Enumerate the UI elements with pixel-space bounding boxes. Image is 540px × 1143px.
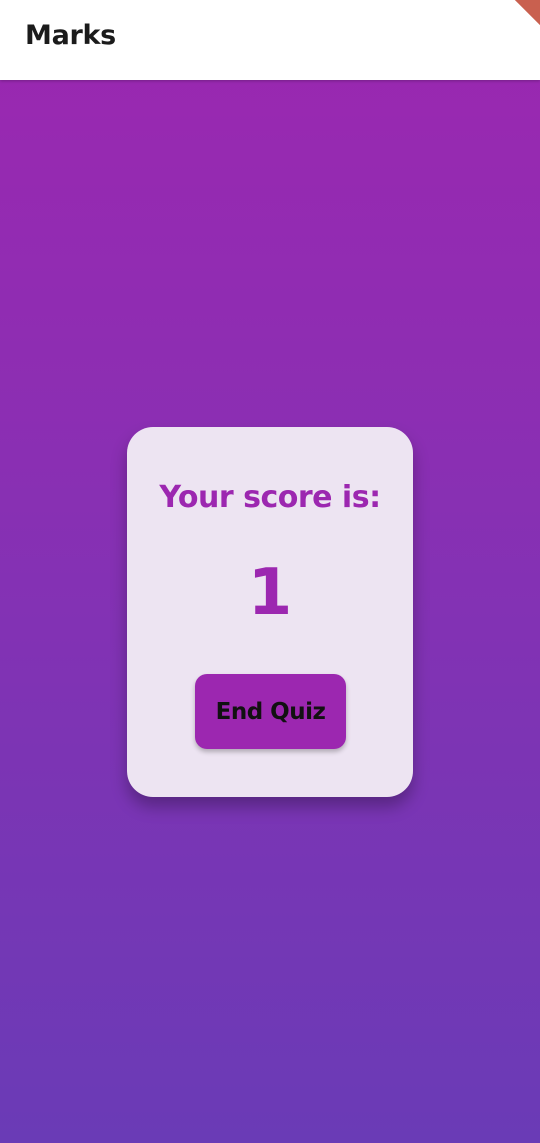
score-label: Your score is: [159, 480, 381, 515]
end-quiz-button[interactable]: End Quiz [195, 674, 346, 749]
app-bar-title: Marks [25, 20, 116, 51]
score-value: 1 [247, 556, 293, 630]
marks-screen: Marks Your score is: 1 End Quiz [0, 0, 540, 1143]
app-bar: Marks [0, 0, 540, 80]
